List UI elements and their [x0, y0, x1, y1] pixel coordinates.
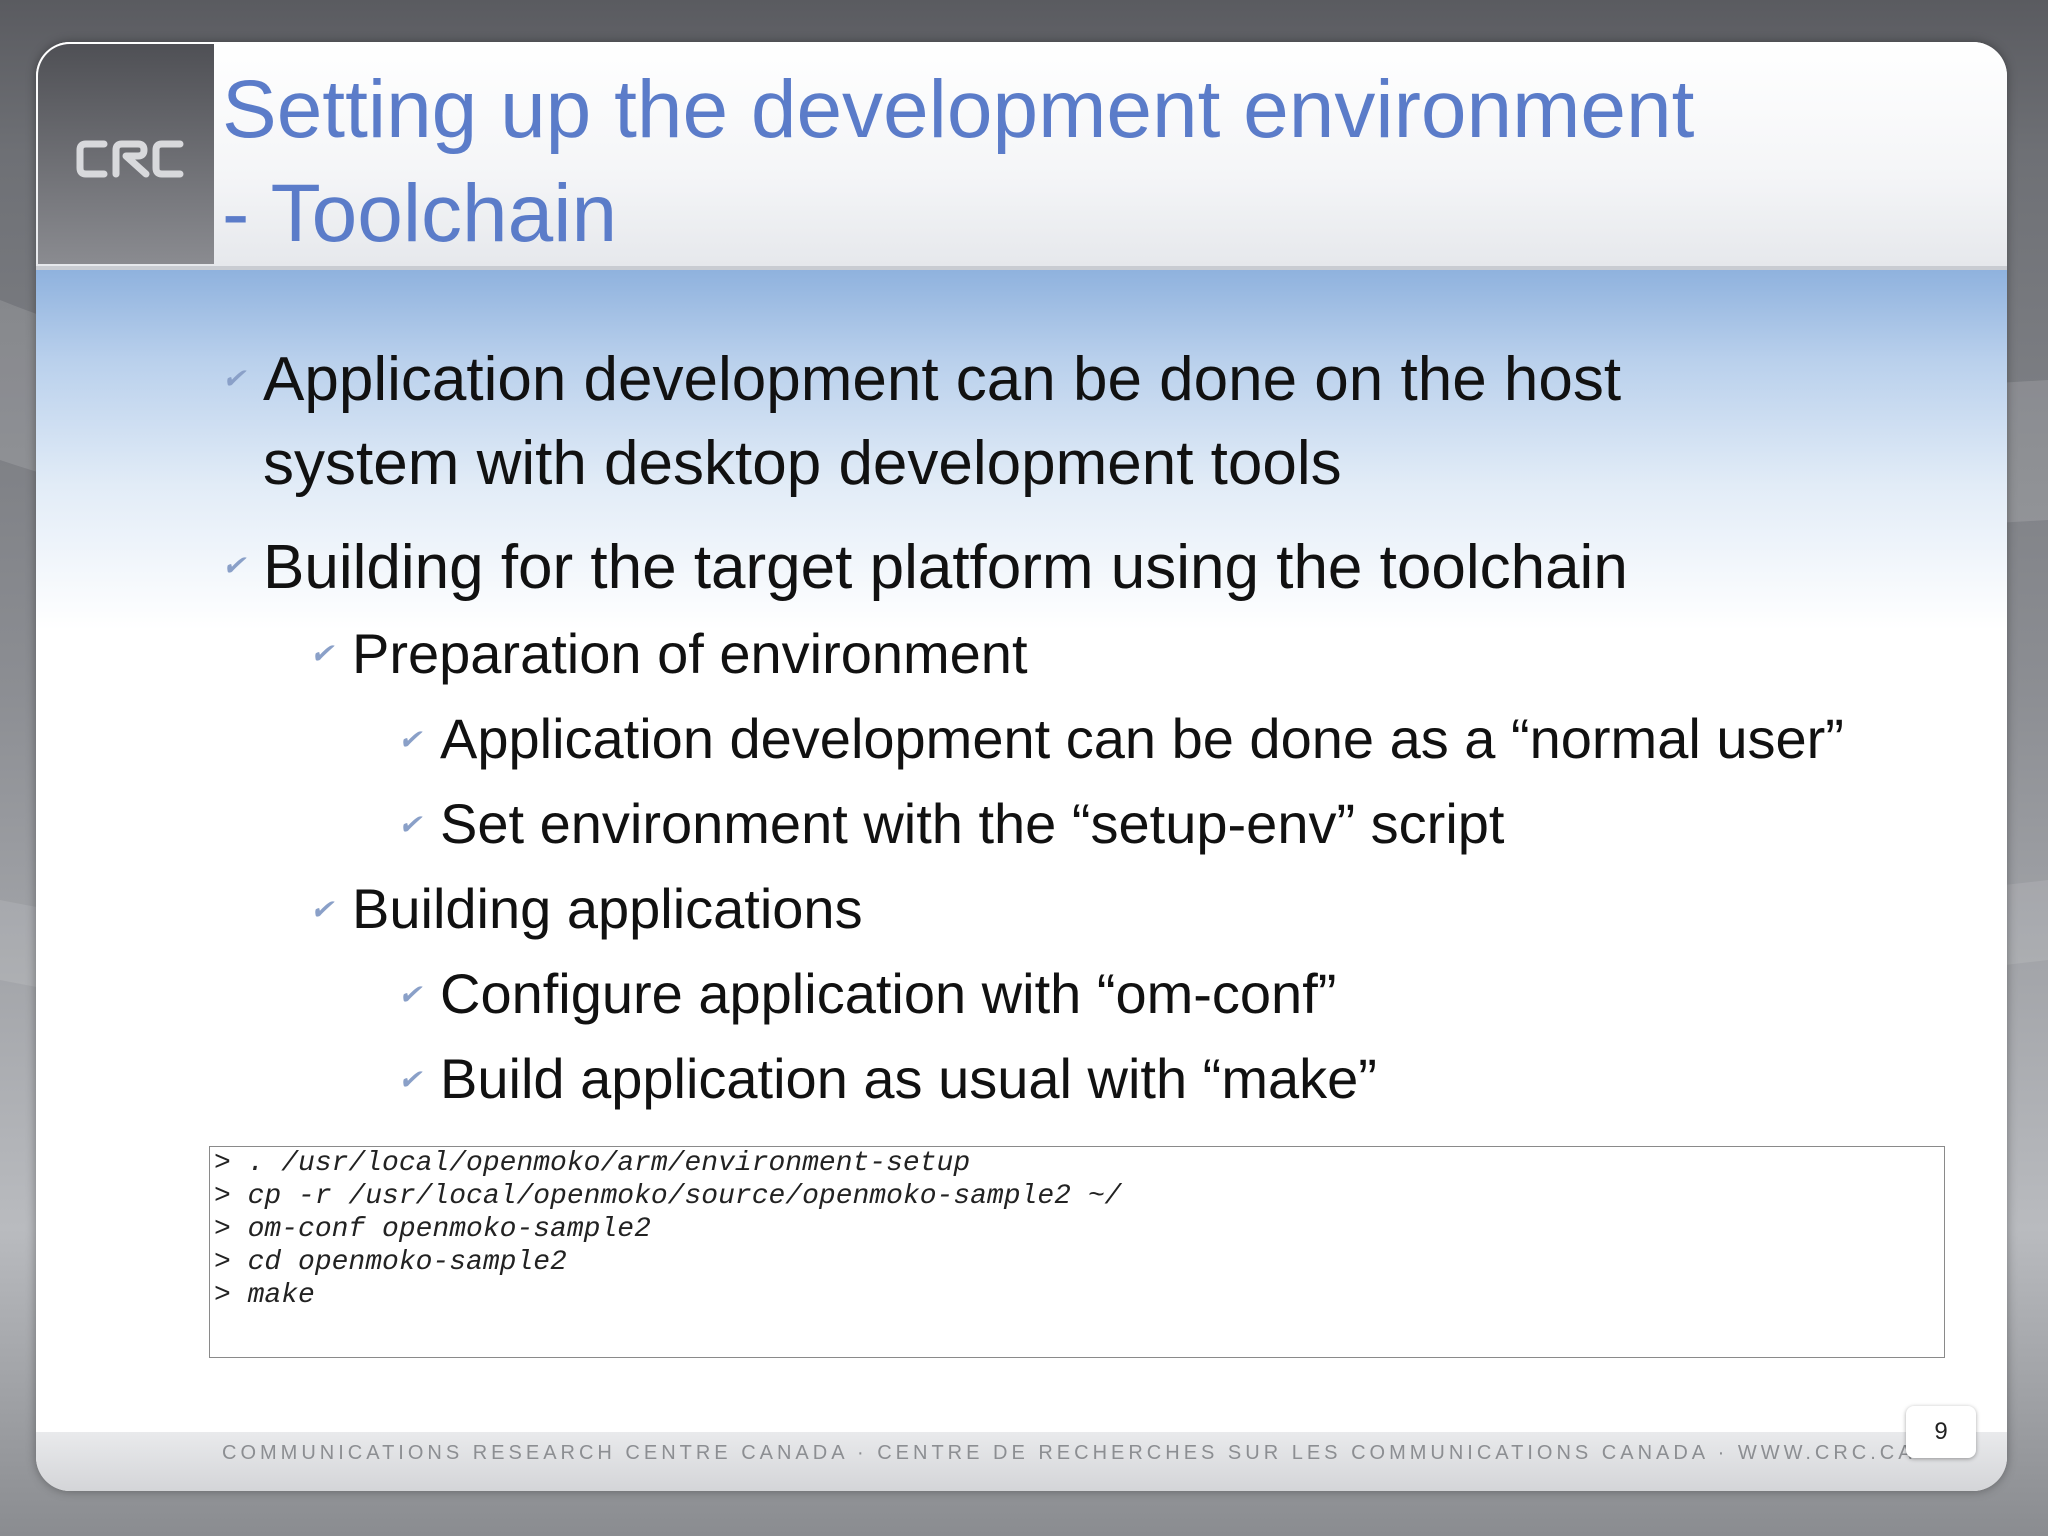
sub-sub-bullet-item: Application development can be done as a…	[440, 707, 1844, 770]
sub-bullet-item: Building applications	[352, 877, 863, 940]
checkmark-icon: ✔	[310, 638, 334, 669]
code-line: > cd openmoko-sample2	[214, 1247, 567, 1278]
sub-bullet-item: Preparation of environment	[352, 622, 1028, 685]
page-number: 9	[1906, 1406, 1976, 1458]
sub-sub-bullet-item: Set environment with the “setup-env” scr…	[440, 792, 1505, 855]
code-line: > cp -r /usr/local/openmoko/source/openm…	[214, 1181, 1122, 1212]
checkmark-icon: ✔	[398, 809, 422, 840]
bullet-item: Application development can be done on t…	[263, 345, 1622, 414]
bullet-item-continued: system with desktop development tools	[263, 429, 1342, 498]
checkmark-icon: ✔	[222, 550, 246, 581]
checkmark-icon: ✔	[398, 724, 422, 755]
checkmark-icon: ✔	[398, 979, 422, 1010]
code-line: > . /usr/local/openmoko/arm/environment-…	[214, 1148, 971, 1179]
checkmark-icon: ✔	[310, 894, 334, 925]
code-line: > make	[214, 1280, 315, 1311]
slide: Setting up the development environment -…	[36, 42, 2007, 1491]
footer-text: COMMUNICATIONS RESEARCH CENTRE CANADA · …	[222, 1442, 1916, 1464]
sub-sub-bullet-item: Configure application with “om-conf”	[440, 962, 1337, 1025]
code-line: > om-conf openmoko-sample2	[214, 1214, 651, 1245]
code-block: > . /usr/local/openmoko/arm/environment-…	[209, 1146, 1945, 1358]
checkmark-icon: ✔	[398, 1064, 422, 1095]
bullet-item: Building for the target platform using t…	[263, 533, 1628, 602]
checkmark-icon: ✔	[222, 363, 246, 394]
sub-sub-bullet-item: Build application as usual with “make”	[440, 1047, 1377, 1110]
